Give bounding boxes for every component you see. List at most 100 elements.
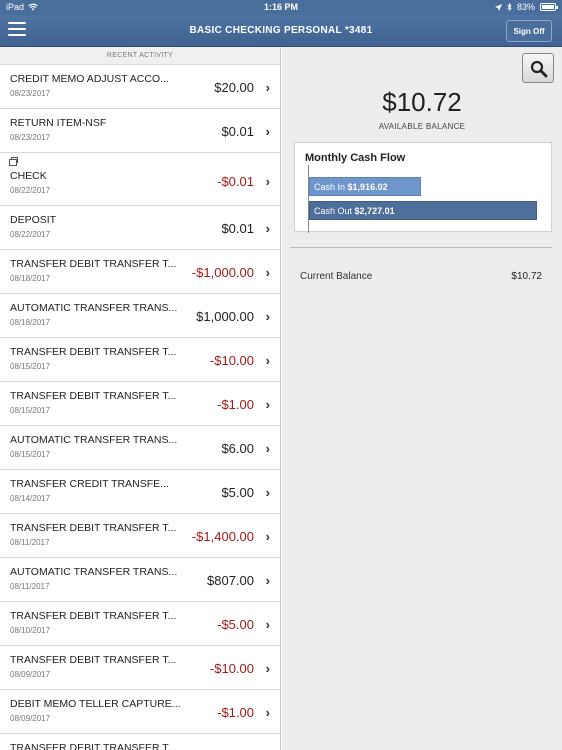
battery-icon: [540, 3, 558, 11]
transaction-date: 08/09/2017: [10, 714, 51, 723]
recent-activity-header: RECENT ACTIVITY: [0, 47, 280, 65]
cash-in-label: Cash In: [314, 182, 346, 192]
cash-flow-axis: [308, 165, 309, 233]
transaction-row[interactable]: TRANSFER DEBIT TRANSFER T... 08/15/2017 -$…: [0, 382, 280, 426]
transaction-row[interactable]: TRANSFER DEBIT TRANSFER T... 08/09/2017 -$…: [0, 646, 280, 690]
transaction-amount: -$1,000.00: [191, 265, 254, 280]
monthly-cash-flow-card: Monthly Cash Flow Cash In $1,916.02 Cash…: [294, 142, 552, 233]
transaction-date: 08/15/2017: [10, 450, 51, 459]
chevron-right-icon: ›: [265, 124, 270, 139]
transaction-row[interactable]: CREDIT MEMO ADJUST ACCO... 08/23/2017 $20.…: [0, 65, 280, 109]
transaction-date: 08/22/2017: [10, 186, 51, 195]
transaction-row[interactable]: TRANSFER CREDIT TRANSFE... 08/14/2017 $5.0…: [0, 470, 280, 514]
chevron-right-icon: ›: [265, 573, 270, 588]
battery-percent: 83%: [516, 2, 535, 12]
transaction-row[interactable]: AUTOMATIC TRANSFER TRANS... 08/18/2017 $1,…: [0, 294, 280, 338]
chevron-right-icon: ›: [265, 265, 270, 280]
status-time: 1:16 PM: [263, 2, 298, 12]
transaction-row[interactable]: TRANSFER DEBIT TRANSFER T...›: [0, 734, 280, 750]
transaction-date: 08/22/2017: [10, 230, 51, 239]
transaction-date: 08/10/2017: [10, 626, 51, 635]
transaction-row[interactable]: DEBIT MEMO TELLER CAPTURE... 08/09/2017 -$…: [0, 690, 280, 734]
transaction-date: 08/15/2017: [10, 362, 51, 371]
transaction-row[interactable]: TRANSFER DEBIT TRANSFER T... 08/18/2017 -$…: [0, 250, 280, 294]
chevron-right-icon: ›: [265, 353, 270, 368]
available-balance-label: AVAILABLE BALANCE: [378, 122, 466, 131]
nav-bar: BASIC CHECKING PERSONAL *3481 Sign Off: [0, 15, 562, 47]
chevron-right-icon: ›: [265, 661, 270, 676]
transaction-amount: -$0.01: [217, 174, 254, 189]
divider: [290, 247, 552, 248]
chevron-right-icon: ›: [265, 529, 270, 544]
transaction-row[interactable]: AUTOMATIC TRANSFER TRANS... 08/11/2017 $80…: [0, 558, 280, 602]
transaction-row[interactable]: AUTOMATIC TRANSFER TRANS... 08/15/2017 $6.…: [0, 426, 280, 470]
transaction-amount: -$1,400.00: [191, 529, 254, 544]
transaction-row[interactable]: TRANSFER DEBIT TRANSFER T... 08/10/2017 -$…: [0, 602, 280, 646]
bluetooth-icon: [507, 3, 512, 11]
transaction-row[interactable]: TRANSFER DEBIT TRANSFER T... 08/15/2017 -$…: [0, 338, 280, 382]
sign-off-button[interactable]: Sign Off: [506, 20, 552, 42]
search-icon: [530, 60, 548, 78]
transaction-description: TRANSFER DEBIT TRANSFER T...: [10, 258, 177, 270]
transaction-amount: $0.01: [221, 221, 254, 236]
transaction-list: CREDIT MEMO ADJUST ACCO... 08/23/2017 $20.…: [0, 65, 280, 750]
transaction-description: DEPOSIT: [10, 214, 57, 226]
transaction-description: TRANSFER DEBIT TRANSFER T...: [10, 610, 177, 622]
available-balance-value: $10.72: [382, 87, 462, 117]
chevron-right-icon: ›: [265, 485, 270, 500]
transaction-row[interactable]: RETURN ITEM-NSF 08/23/2017 $0.01 ›: [0, 109, 280, 153]
battery-fill: [542, 5, 554, 9]
transaction-description: DEBIT MEMO TELLER CAPTURE...: [10, 698, 181, 710]
cash-in-value: $1,916.02: [347, 182, 388, 192]
transaction-description: CHECK: [10, 170, 47, 182]
current-balance-label: Current Balance: [300, 271, 373, 282]
transaction-amount: $6.00: [221, 441, 254, 456]
transaction-row[interactable]: DEPOSIT 08/22/2017 $0.01 ›: [0, 206, 280, 250]
location-arrow-icon: [494, 3, 502, 11]
search-button[interactable]: [522, 53, 554, 83]
cash-out-label: Cash Out: [314, 206, 353, 216]
chevron-right-icon: ›: [265, 617, 270, 632]
transaction-date: 08/14/2017: [10, 494, 51, 503]
page-title: BASIC CHECKING PERSONAL *3481: [189, 25, 373, 36]
transaction-description: TRANSFER DEBIT TRANSFER T...: [10, 390, 177, 402]
cash-out-value: $2,727.01: [354, 206, 395, 216]
transaction-amount: -$1.00: [217, 705, 254, 720]
transaction-amount: -$1.00: [217, 397, 254, 412]
transaction-amount: $807.00: [207, 573, 254, 588]
chevron-right-icon: ›: [265, 80, 270, 95]
chevron-right-icon: ›: [265, 221, 270, 236]
transaction-description: AUTOMATIC TRANSFER TRANS...: [10, 302, 178, 314]
transaction-row[interactable]: TRANSFER DEBIT TRANSFER T... 08/11/2017 -$…: [0, 514, 280, 558]
transaction-date: 08/23/2017: [10, 89, 51, 98]
transaction-date: 08/15/2017: [10, 406, 51, 415]
transaction-description: AUTOMATIC TRANSFER TRANS...: [10, 566, 178, 578]
transaction-amount: $5.00: [221, 485, 254, 500]
account-summary-panel: $10.72 AVAILABLE BALANCE Monthly Cash Fl…: [282, 47, 562, 750]
transaction-amount: $20.00: [214, 80, 254, 95]
transaction-amount: -$10.00: [209, 353, 254, 368]
transaction-description: TRANSFER CREDIT TRANSFE...: [10, 478, 169, 490]
chevron-right-icon: ›: [265, 309, 270, 324]
transaction-description: TRANSFER DEBIT TRANSFER T...: [10, 346, 177, 358]
transaction-amount: $0.01: [221, 124, 254, 139]
transaction-row[interactable]: CHECK 08/22/2017 -$0.01 ›: [0, 153, 280, 206]
transaction-date: 08/09/2017: [10, 670, 51, 679]
chevron-right-icon: ›: [265, 441, 270, 456]
transaction-description: TRANSFER DEBIT TRANSFER T...: [10, 522, 177, 534]
cash-in-bar: Cash In $1,916.02: [309, 177, 421, 196]
transaction-description: AUTOMATIC TRANSFER TRANS...: [10, 434, 178, 446]
transaction-date: 08/23/2017: [10, 133, 51, 142]
recent-activity-list[interactable]: RECENT ACTIVITY CREDIT MEMO ADJUST ACCO.…: [0, 47, 281, 750]
transaction-description: TRANSFER DEBIT TRANSFER T...: [10, 742, 177, 750]
status-bar: iPad 1:16 PM 83%: [0, 0, 562, 15]
transaction-date: 08/11/2017: [10, 538, 50, 547]
chevron-right-icon: ›: [265, 705, 270, 720]
check-image-icon: [9, 157, 18, 166]
cash-flow-title: Monthly Cash Flow: [305, 152, 406, 164]
transaction-description: CREDIT MEMO ADJUST ACCO...: [10, 73, 169, 85]
chevron-right-icon: ›: [265, 174, 270, 189]
transaction-date: 08/11/2017: [10, 582, 50, 591]
transaction-description: RETURN ITEM-NSF: [10, 117, 107, 129]
transaction-description: TRANSFER DEBIT TRANSFER T...: [10, 654, 177, 666]
